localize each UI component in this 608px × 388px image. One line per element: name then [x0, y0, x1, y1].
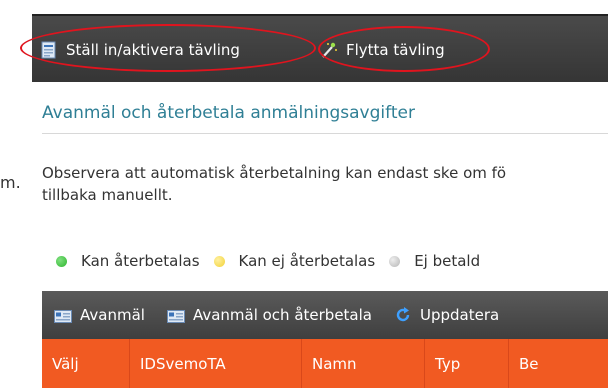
gray-status-dot-icon — [389, 255, 401, 267]
card-icon — [54, 309, 72, 323]
column-header-select[interactable]: Välj — [42, 339, 130, 388]
card-icon — [166, 309, 185, 323]
magic-wand-icon — [320, 41, 338, 59]
notice-line-2: tillbaka manuellt. — [42, 186, 173, 204]
move-competition-button[interactable]: Flytta tävling — [320, 38, 445, 62]
refresh-label: Uppdatera — [420, 306, 500, 324]
clipped-text: m. — [0, 173, 21, 192]
unregister-and-refund-button[interactable]: Avanmäl och återbetala — [166, 306, 372, 324]
section-heading: Avanmäl och återbetala anmälningsavgifte… — [42, 103, 608, 134]
top-toolbar: Ställ in/aktivera tävling Flytta tävling — [32, 14, 608, 82]
column-header-idsvemota[interactable]: IDSvemoTA — [130, 339, 302, 388]
legend-label-not-refundable: Kan ej återbetalas — [238, 252, 376, 270]
refund-notice: Observera att automatisk återbetalning k… — [42, 162, 608, 206]
green-status-dot-icon — [56, 255, 67, 267]
grid-header: Välj IDSvemoTA Namn Typ Be — [42, 339, 608, 388]
refresh-icon — [394, 306, 412, 324]
legend-label-refundable: Kan återbetalas — [81, 252, 200, 270]
unregister-label: Avanmäl — [80, 306, 145, 324]
status-legend: Kan återbetalas Kan ej återbetalas Ej be… — [42, 249, 480, 273]
unregister-and-refund-label: Avanmäl och återbetala — [192, 306, 372, 324]
yellow-status-dot-icon — [213, 255, 225, 267]
form-icon — [40, 41, 58, 59]
setup-activate-competition-button[interactable]: Ställ in/aktivera tävling — [40, 38, 240, 62]
grid-toolbar: Avanmäl Avanmäl och återbetala Uppdatera — [42, 291, 608, 339]
column-header-name[interactable]: Namn — [302, 339, 425, 388]
legend-label-not-paid: Ej betald — [414, 252, 481, 270]
setup-activate-competition-label: Ställ in/aktivera tävling — [66, 41, 240, 59]
move-competition-label: Flytta tävling — [346, 41, 445, 59]
column-header-truncated[interactable]: Be — [509, 339, 608, 388]
unregister-button[interactable]: Avanmäl — [54, 306, 145, 324]
column-header-type[interactable]: Typ — [425, 339, 509, 388]
refresh-button[interactable]: Uppdatera — [394, 306, 499, 324]
notice-line-1: Observera att automatisk återbetalning k… — [42, 164, 507, 182]
